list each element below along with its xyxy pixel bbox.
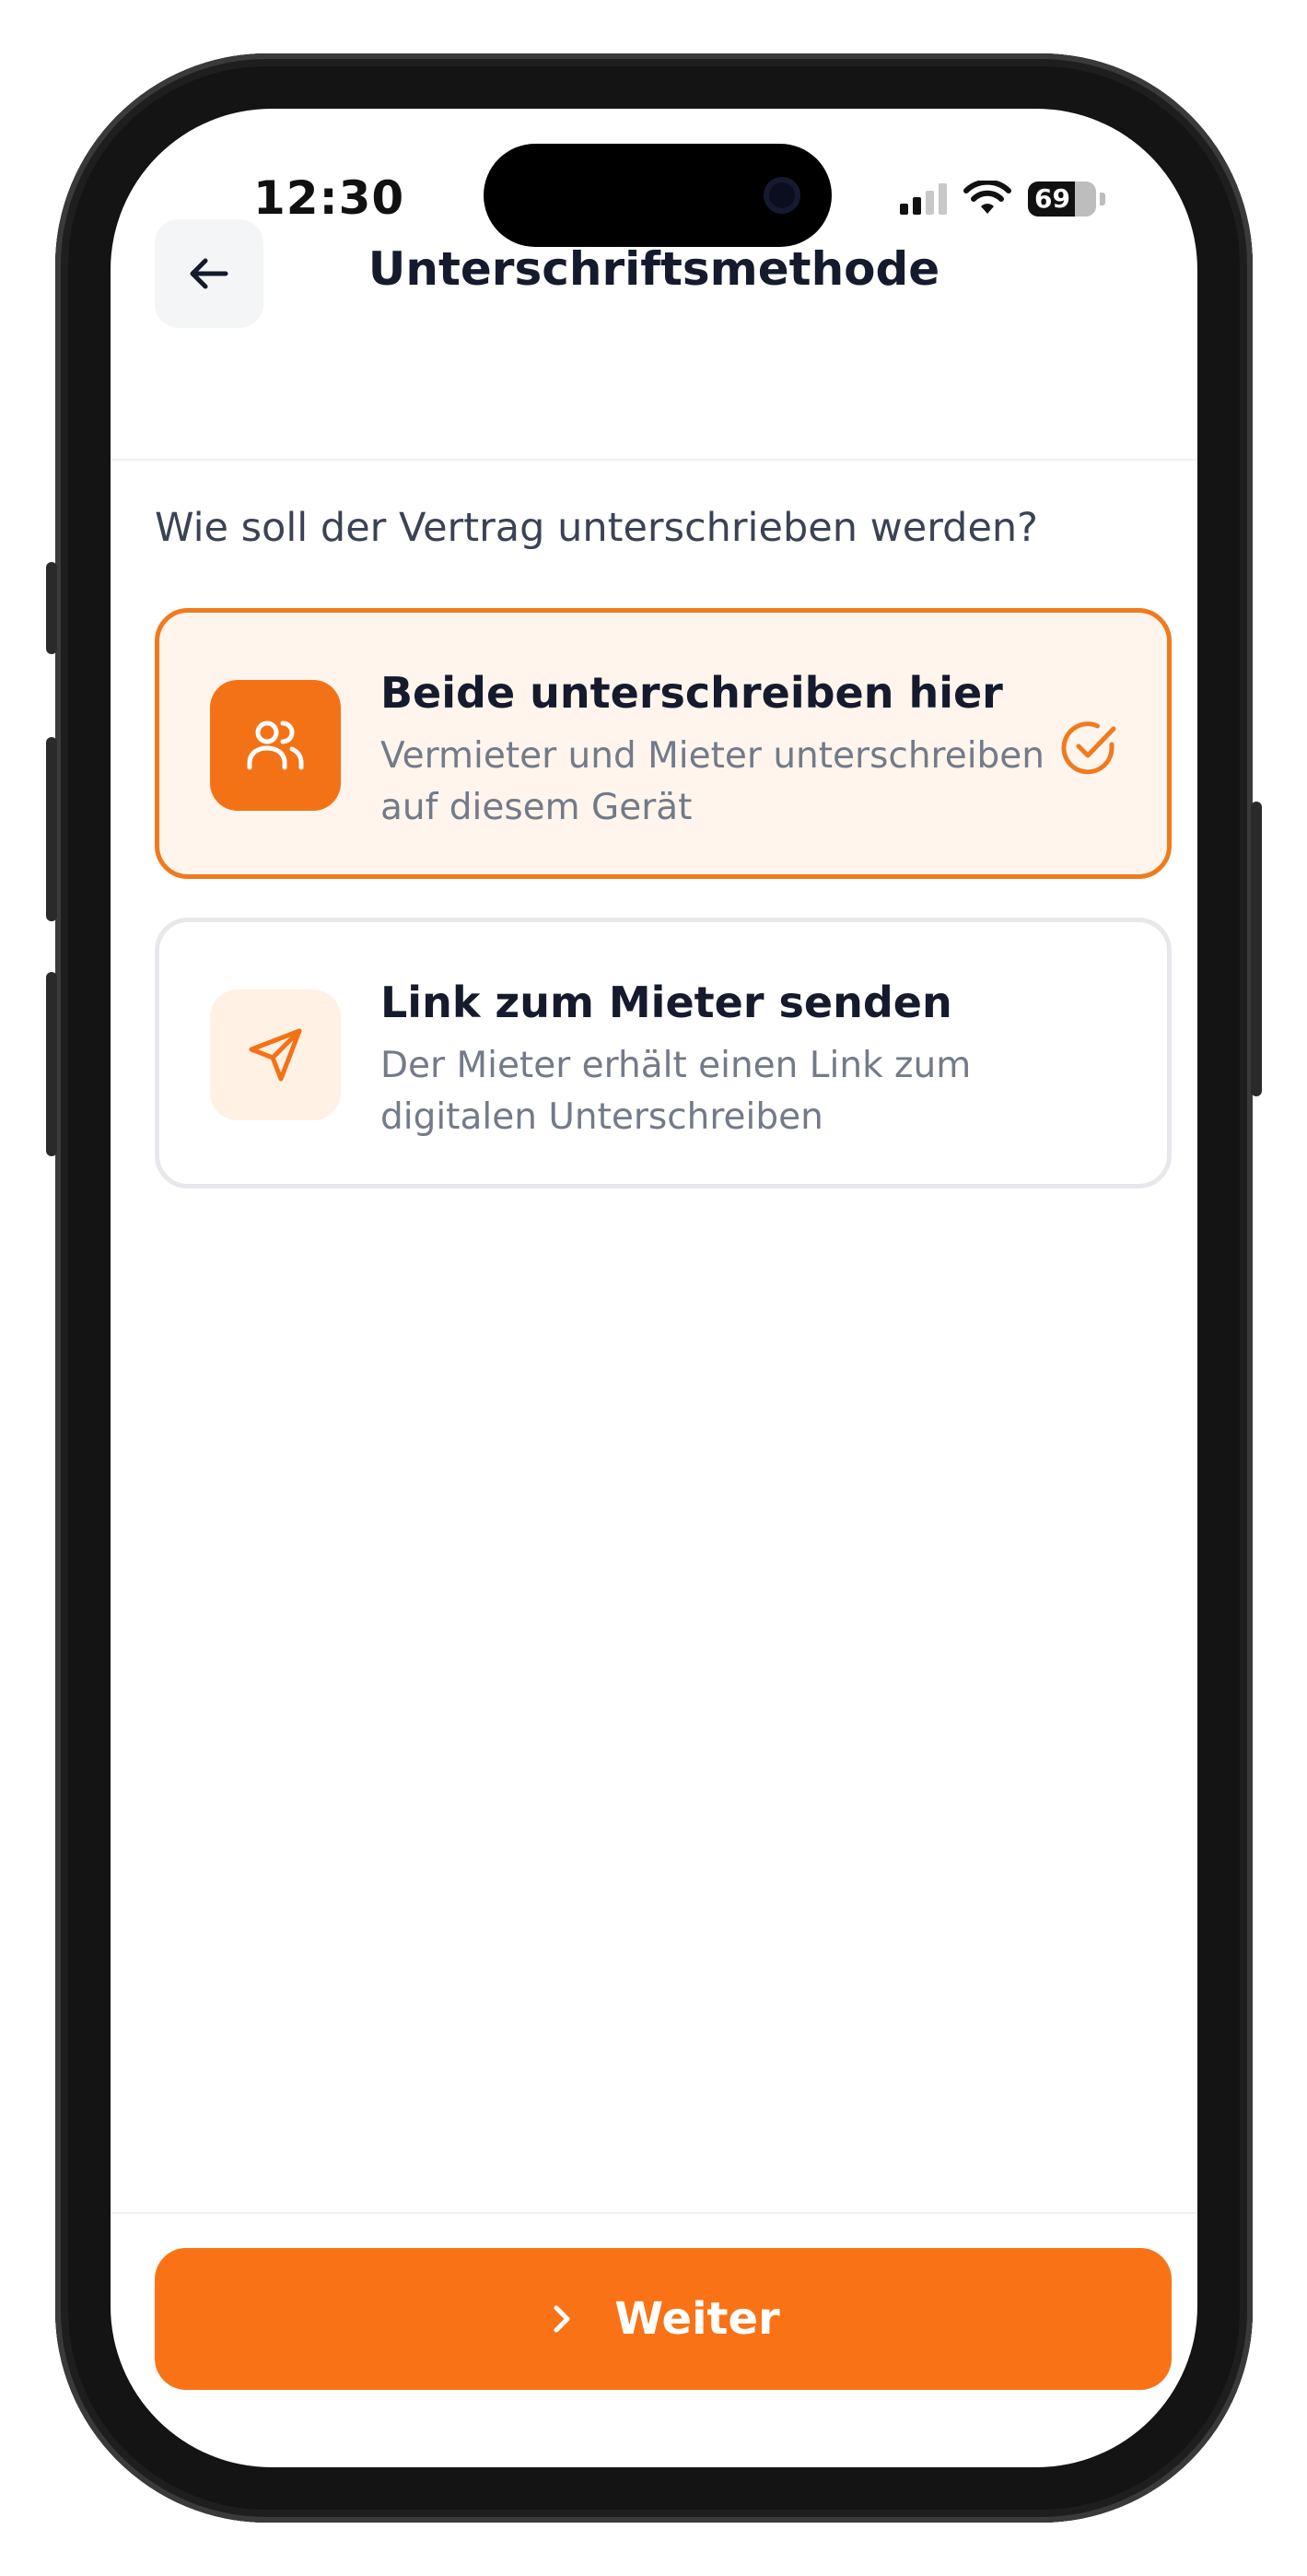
battery-icon: 69	[1028, 181, 1096, 217]
option-description: Vermieter und Mieter unterschreiben auf …	[380, 735, 1045, 828]
battery-percent: 69	[1034, 183, 1070, 214]
wifi-icon	[963, 181, 1011, 214]
chevron-right-icon	[554, 2305, 570, 2333]
header-divider	[111, 313, 1197, 461]
send-icon	[249, 1028, 302, 1082]
continue-button[interactable]: Weiter	[155, 2248, 1172, 2390]
question-text: Wie soll der Vertrag unterschrieben werd…	[155, 505, 1038, 551]
status-time: 12:30	[253, 171, 405, 225]
status-icons: 69	[900, 181, 1105, 217]
continue-button-label: Weiter	[614, 2293, 780, 2345]
volume-up-button	[46, 737, 57, 921]
option-send-link[interactable]: Link zum Mieter senden Der Mieter erhält…	[155, 918, 1172, 1188]
battery-tip	[1100, 193, 1105, 205]
option-title: Link zum Mieter senden	[380, 978, 952, 1027]
option-icon-box	[210, 680, 341, 811]
volume-down-button	[46, 972, 57, 1156]
option-sign-here[interactable]: Beide unterschreiben hier Vermieter und …	[155, 608, 1172, 879]
screen: 12:30 69 Unterschriftsmethode Wie soll d…	[111, 109, 1197, 2467]
users-icon	[247, 720, 304, 770]
front-camera	[764, 177, 800, 214]
dynamic-island	[484, 144, 832, 247]
option-description: Der Mieter erhält einen Link zum digital…	[380, 1045, 972, 1138]
power-button	[1251, 802, 1262, 1096]
option-icon-box	[210, 989, 341, 1120]
check-circle-icon	[1061, 721, 1116, 775]
page-title: Unterschriftsmethode	[368, 242, 940, 296]
action-button	[46, 562, 57, 654]
option-title: Beide unterschreiben hier	[380, 668, 1003, 718]
cellular-signal-icon	[900, 183, 947, 215]
footer-divider	[111, 2212, 1197, 2214]
